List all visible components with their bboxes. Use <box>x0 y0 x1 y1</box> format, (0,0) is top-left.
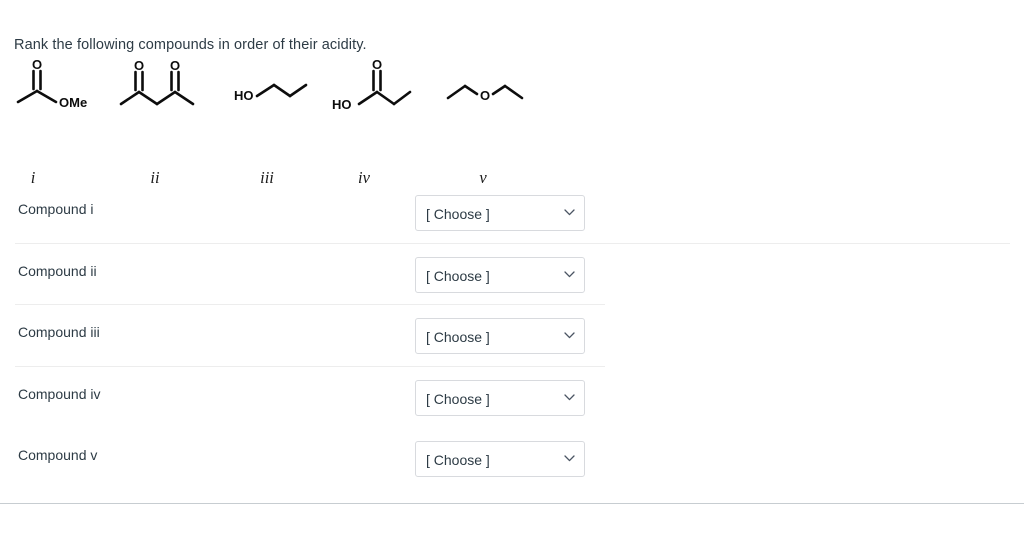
table-row: Compound iii [ Choose ] <box>0 305 1024 367</box>
row-label-compound-iii: Compound iii <box>18 324 100 341</box>
atom-label-o: O <box>372 58 382 72</box>
structures-row: O OMe O O HO O HO O i ii iii iv v <box>0 58 560 187</box>
chevron-down-icon <box>564 209 575 216</box>
table-row: Compound ii [ Choose ] <box>0 244 1024 306</box>
structure-svg-compound-i: O OMe <box>16 58 87 110</box>
chevron-down-icon <box>564 455 575 462</box>
answer-select-value-compound-ii: [ Choose ] <box>426 267 490 284</box>
chevron-down-icon <box>564 332 575 339</box>
structure-svg-compound-ii: O O <box>119 58 195 106</box>
structure-compound-v: O <box>444 58 528 110</box>
chevron-down-icon <box>564 270 575 278</box>
row-label-compound-v: Compound v <box>18 447 98 464</box>
chevron-down-icon <box>564 394 575 401</box>
answer-select-compound-iii[interactable]: [ Choose ] <box>415 318 585 355</box>
atom-label-ho: HO <box>332 97 352 112</box>
structure-svg-compound-iv: O HO <box>332 58 412 112</box>
answer-select-value-compound-iii: [ Choose ] <box>426 329 490 346</box>
answer-select-value-compound-v: [ Choose ] <box>426 452 490 469</box>
answer-select-compound-ii[interactable]: [ Choose ] <box>415 256 585 293</box>
atom-label-o-left: O <box>134 58 144 73</box>
atom-label-ome: OMe <box>59 95 87 110</box>
atom-label-ho: HO <box>234 88 254 103</box>
structure-svg-compound-v: O <box>446 84 524 103</box>
structure-compound-ii: O O <box>115 58 201 110</box>
answer-select-value-compound-iv: [ Choose ] <box>426 390 490 407</box>
question-prompt: Rank the following compounds in order of… <box>14 37 367 53</box>
row-label-compound-i: Compound i <box>18 201 94 217</box>
atom-label-o-right: O <box>170 58 180 73</box>
structure-compound-iv: O HO <box>330 58 414 112</box>
atom-label-o: O <box>32 58 42 72</box>
answer-table: Compound i [ Choose ] Compound ii [ Choo… <box>0 182 1024 490</box>
structure-compound-iii: HO <box>232 58 312 110</box>
answer-select-value-compound-i: [ Choose ] <box>426 206 490 222</box>
bottom-divider <box>0 503 1024 504</box>
answer-select-compound-v[interactable]: [ Choose ] <box>415 441 585 478</box>
atom-label-o: O <box>480 88 490 103</box>
answer-select-compound-iv[interactable]: [ Choose ] <box>415 379 585 416</box>
table-row: Compound iv [ Choose ] <box>0 367 1024 429</box>
structure-svg-compound-iii: HO <box>234 83 308 103</box>
row-label-compound-ii: Compound ii <box>18 262 97 279</box>
answer-select-compound-i[interactable]: [ Choose ] <box>415 195 585 231</box>
row-label-compound-iv: Compound iv <box>18 385 101 402</box>
table-row: Compound i [ Choose ] <box>0 182 1024 244</box>
structure-compound-i: O OMe <box>10 58 100 110</box>
table-row: Compound v [ Choose ] <box>0 428 1024 490</box>
